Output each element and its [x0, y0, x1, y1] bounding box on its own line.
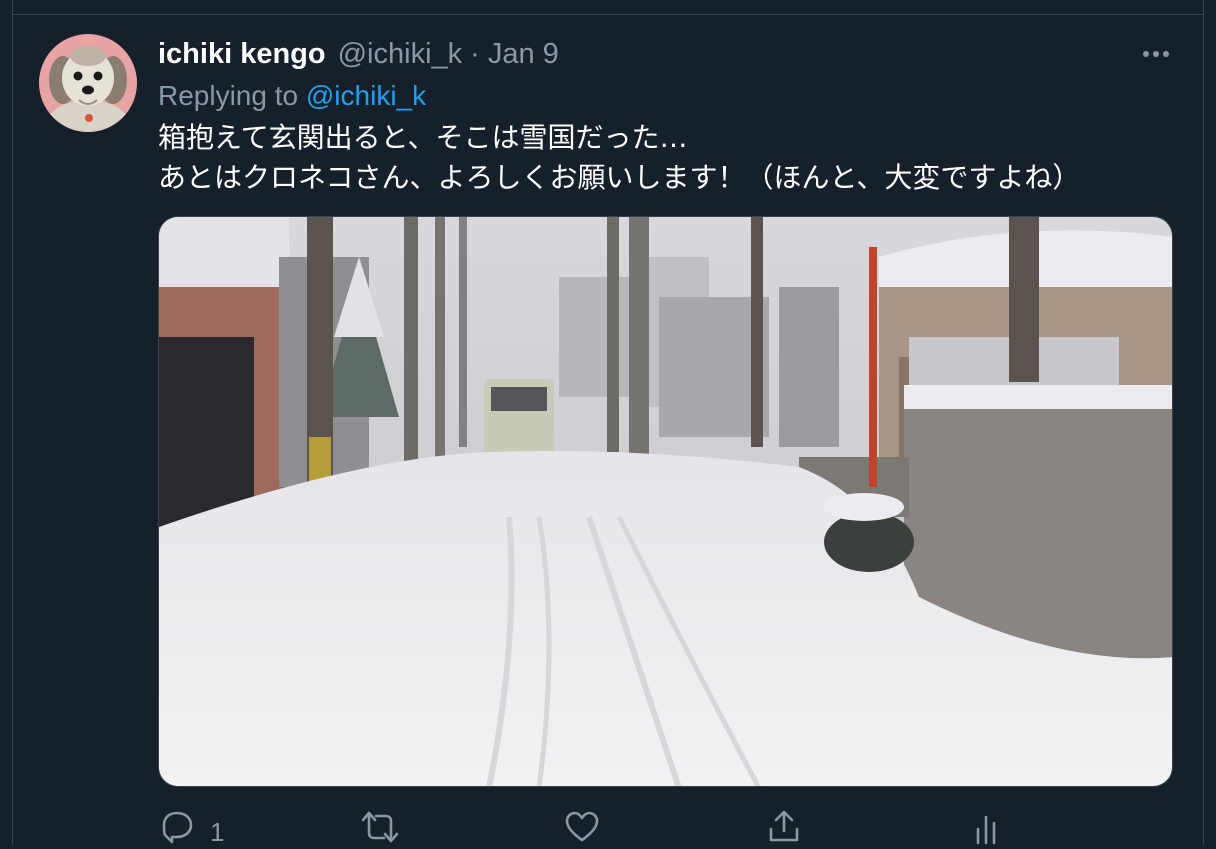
analytics-icon [976, 815, 996, 845]
replying-mention[interactable]: @ichiki_k [306, 80, 426, 111]
share-button[interactable] [766, 809, 802, 849]
more-horizontal-icon [1143, 51, 1169, 57]
avatar[interactable] [39, 34, 137, 132]
reply-button[interactable]: 1 [158, 809, 224, 849]
reply-icon [162, 811, 193, 844]
analytics-button[interactable] [972, 809, 1004, 849]
tweet-text: 箱抱えて玄関出ると、そこは雪国だった… あとはクロネコさん、よろしくお願いします… [158, 118, 1080, 198]
heart-icon [565, 811, 599, 842]
tweet-divider [12, 14, 1204, 15]
retweet-icon [361, 811, 399, 843]
snowy-street-photo [159, 217, 1172, 786]
replying-to: Replying to @ichiki_k [158, 80, 426, 112]
like-button[interactable] [564, 809, 614, 849]
retweet-button[interactable] [360, 809, 414, 849]
replying-prefix: Replying to [158, 80, 299, 111]
share-icon [769, 810, 799, 842]
tweet-photo[interactable] [158, 216, 1173, 787]
author-handle[interactable]: @ichiki_k [338, 38, 463, 71]
tweet-actions: 1 [0, 805, 1216, 847]
dog-avatar-image [39, 34, 137, 132]
tweet-text-line: あとはクロネコさん、よろしくお願いします！（ほんと、大変ですよね） [158, 161, 1081, 194]
author-name[interactable]: ichiki kengo [158, 38, 326, 71]
tweet-header: ichiki kengo @ichiki_k · Jan 9 [158, 36, 559, 72]
header-separator: · [470, 37, 480, 70]
more-options-button[interactable] [1136, 40, 1176, 68]
tweet-date[interactable]: Jan 9 [488, 38, 559, 71]
tweet-text-line: 箱抱えて玄関出ると、そこは雪国だった… [158, 121, 688, 154]
reply-count: 1 [210, 817, 225, 847]
